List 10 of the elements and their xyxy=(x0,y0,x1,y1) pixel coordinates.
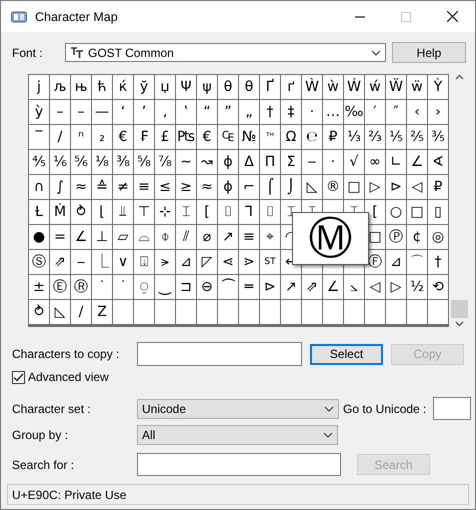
character-set-label: Character set : xyxy=(12,402,92,416)
go-to-unicode-label: Go to Unicode : xyxy=(343,402,426,416)
font-label: Font : xyxy=(12,46,44,60)
characters-to-copy-label: Characters to copy : xyxy=(12,347,120,361)
window-title: Character Map xyxy=(35,10,119,24)
status-bar: U+E90C: Private Use xyxy=(7,484,469,505)
group-by-label: Group by : xyxy=(12,428,70,442)
advanced-view-label: Advanced view xyxy=(28,370,109,384)
search-for-label: Search for : xyxy=(12,458,76,472)
magnified-character-tooltip: Ⓜ xyxy=(292,212,369,265)
